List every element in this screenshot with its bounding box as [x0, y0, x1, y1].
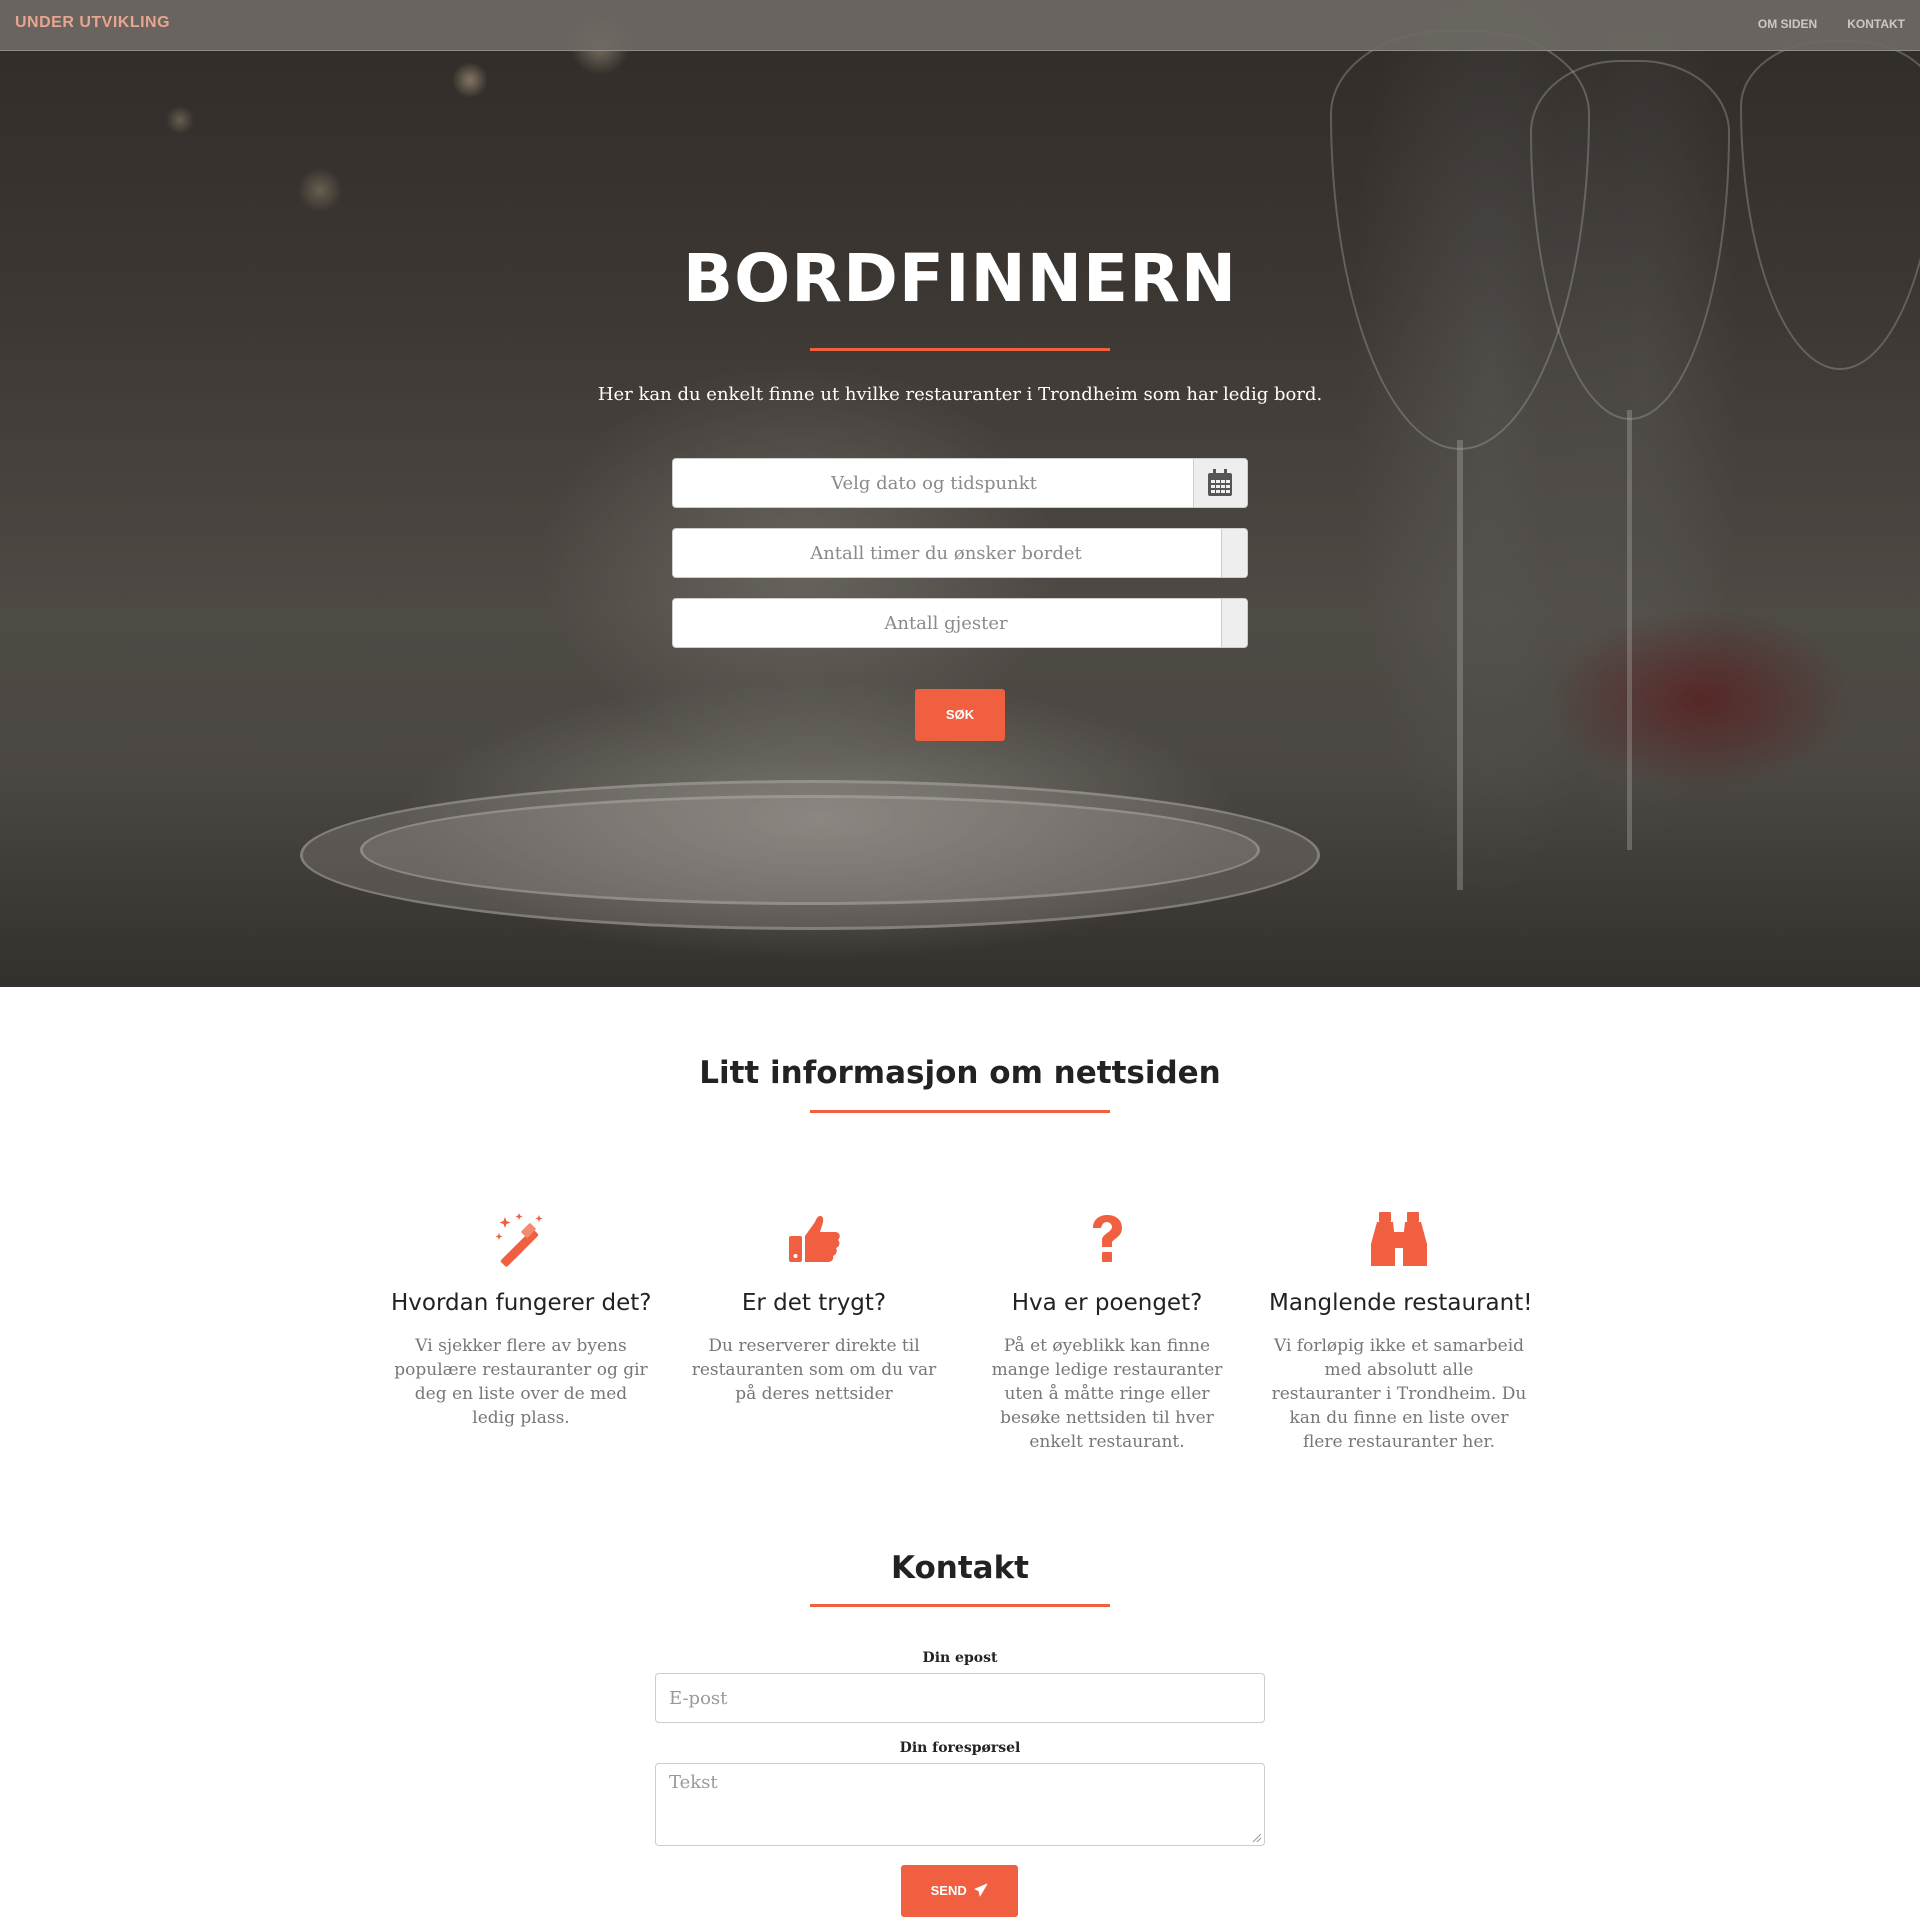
hours-spinner[interactable]	[1221, 529, 1247, 577]
navbar: UNDER UTVIKLING OM SIDEN KONTAKT	[0, 0, 1920, 51]
contact-divider	[810, 1604, 1110, 1607]
request-label: Din forespørsel	[899, 1740, 1021, 1756]
nav-link-om-siden[interactable]: OM SIDEN	[1758, 17, 1817, 31]
nav-links: OM SIDEN KONTAKT	[1758, 17, 1905, 31]
hero-divider	[810, 348, 1110, 351]
hours-input[interactable]: Antall timer du ønsker bordet	[672, 528, 1248, 578]
thumbs-up-icon	[789, 1215, 840, 1262]
magic-wand-icon	[495, 1213, 543, 1267]
guests-spinner[interactable]	[1221, 599, 1247, 647]
feature-how: Hvordan fungerer det? Vi sjekker flere a…	[391, 1210, 651, 1430]
feature-title: Er det trygt?	[741, 1290, 887, 1316]
feature-text: Du reserverer direkte til restauranten s…	[691, 1336, 937, 1404]
calendar-icon	[1208, 469, 1232, 496]
feature-point: Hva er poenget? På et øyeblikk kan finne…	[977, 1210, 1237, 1454]
calendar-button[interactable]	[1193, 459, 1247, 507]
request-placeholder: Tekst	[669, 1772, 718, 1793]
send-button[interactable]: SEND	[901, 1865, 1018, 1917]
feature-title: Hvordan fungerer det?	[391, 1290, 652, 1316]
date-time-placeholder: Velg dato og tidspunkt	[831, 473, 1037, 494]
hero-background: BORDFINNERN Her kan du enkelt finne ut h…	[0, 0, 1920, 987]
email-label: Din epost	[922, 1650, 998, 1666]
send-label: SEND	[930, 1883, 967, 1898]
email-field[interactable]: E-post	[655, 1673, 1265, 1723]
hero-subtitle: Her kan du enkelt finne ut hvilke restau…	[597, 384, 1323, 405]
feature-title: Hva er poenget?	[1011, 1290, 1203, 1316]
info-divider	[810, 1110, 1110, 1113]
search-button[interactable]: SØK	[915, 689, 1005, 741]
hero-title: BORDFINNERN	[682, 240, 1238, 317]
binoculars-icon	[1371, 1212, 1427, 1266]
feature-safe: Er det trygt? Du reserverer direkte til …	[684, 1210, 944, 1406]
request-textarea[interactable]: Tekst	[655, 1763, 1265, 1846]
email-placeholder: E-post	[669, 1688, 728, 1709]
feature-text: Vi sjekker flere av byens populære resta…	[394, 1336, 648, 1428]
question-mark-icon	[1093, 1215, 1122, 1262]
nav-link-kontakt[interactable]: KONTAKT	[1847, 17, 1905, 31]
contact-section-title: Kontakt	[890, 1550, 1030, 1586]
feature-missing: Manglende restaurant! Vi forløpig ikke e…	[1269, 1210, 1533, 1454]
feature-title: Manglende restaurant!	[1269, 1290, 1533, 1316]
guests-input[interactable]: Antall gjester	[672, 598, 1248, 648]
hours-placeholder: Antall timer du ønsker bordet	[810, 543, 1082, 564]
resize-handle-icon[interactable]	[1252, 1833, 1262, 1843]
info-section-title: Litt informasjon om nettsiden	[699, 1055, 1221, 1091]
date-time-picker[interactable]: Velg dato og tidspunkt	[672, 458, 1248, 508]
feature-text: På et øyeblikk kan finne mange ledige re…	[991, 1336, 1223, 1452]
brand-logo[interactable]: UNDER UTVIKLING	[15, 14, 170, 32]
paper-plane-icon	[974, 1883, 988, 1897]
guests-placeholder: Antall gjester	[884, 613, 1008, 634]
feature-text: Vi forløpig ikke et samarbeid med absolu…	[1271, 1336, 1527, 1452]
